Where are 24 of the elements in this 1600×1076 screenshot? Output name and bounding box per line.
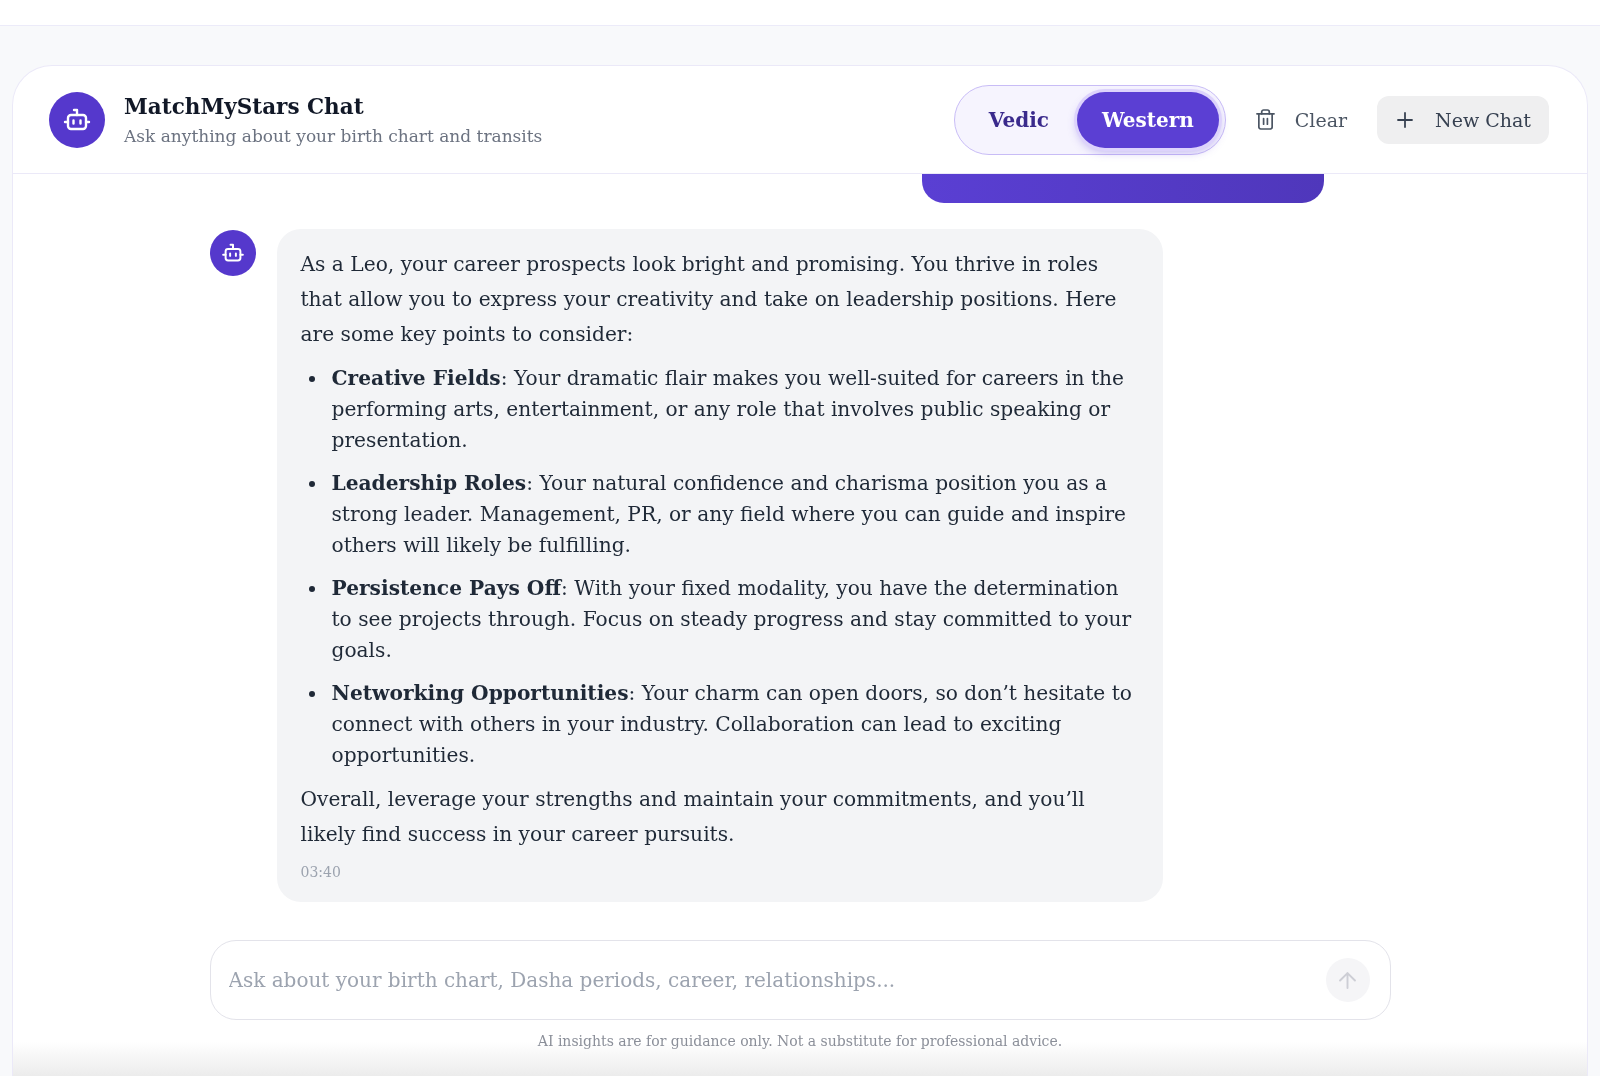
clear-button[interactable]: Clear [1255,95,1348,144]
message-input[interactable]: Ask about your birth chart, Dasha periods, career, relationships... [209,940,1391,1020]
message-paragraph: Overall, leverage your strengths and maintain your commitments, and you’ll likely find success in your career pursuits. [300,786,1086,848]
list-item: Networking Opportunities: Your charm can open doors, so don’t hesitate to connect with others in your industry. Collaboration can lead to exciting opportunities. [331,680,1133,769]
plus-icon [1397,111,1414,128]
robot-icon [209,230,256,276]
list-item: Leadership Roles: Your natural confidence and charisma position you as a strong leader. Management, PR, or any field where you can guide and inspire others will likely be fulfilling. [331,470,1128,559]
disclaimer-text: AI insights are for guidance only. Not a substitute for professional advice. [536,1032,1064,1051]
mode-tab[interactable]: Vedic [960,91,1077,148]
bullet-icon [308,481,315,487]
bullet-icon [308,691,315,697]
message-time: 03:40 [300,863,342,882]
trash-icon [1255,109,1275,130]
arrow-up-icon [1339,971,1356,989]
chat-title: MatchMyStars Chat [124,93,365,121]
chat-subtitle: Ask anything about your birth chart and transits [124,125,543,147]
message-paragraph: As a Leo, your career prospects look bright and promising. You thrive in roles that allow you to express your creativity and take on leadership positions. Here are some key points to consider: [300,251,1118,348]
mode-tab[interactable]: Western [1076,91,1219,148]
list-item: Persistence Pays Off: With your fixed modality, you have the determination to see projects through. Focus on steady progress and stay committed to your goals. [331,575,1133,664]
bullet-icon [308,376,315,382]
new-chat-button[interactable]: New Chat [1377,95,1549,144]
bullet-icon [308,586,315,592]
list-item: Creative Fields: Your dramatic flair makes you well-suited for careers in the performing arts, entertainment, or any role that involves public speaking or presentation. [331,365,1126,454]
robot-icon [49,91,105,148]
